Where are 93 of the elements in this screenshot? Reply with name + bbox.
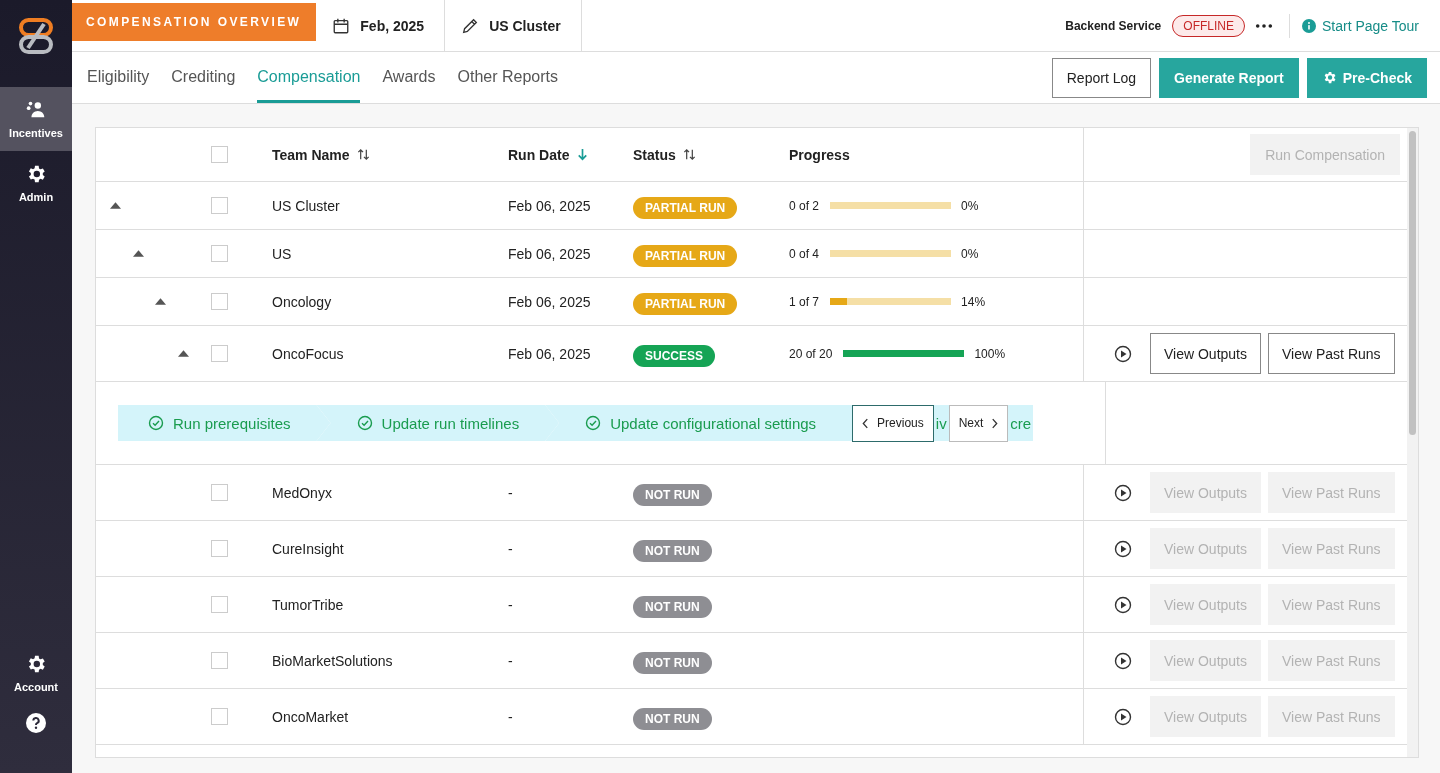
sort-icon[interactable] (681, 147, 697, 162)
calendar-icon (332, 16, 351, 35)
collapse-arrow-icon[interactable] (132, 250, 144, 257)
chevron-left-icon (862, 417, 870, 429)
row-action-button[interactable]: View Outputs (1150, 333, 1261, 374)
team-name: OncoMarket (272, 708, 349, 725)
row-action-button[interactable]: View Past Runs (1268, 333, 1395, 374)
select-all-checkbox[interactable] (211, 146, 228, 163)
progress-percent: 0% (961, 246, 979, 261)
status-badge: PARTIAL RUN (633, 293, 738, 315)
step-label: Run prerequisites (173, 414, 291, 432)
play-icon[interactable] (1113, 706, 1133, 727)
progress-count: 20 of 20 (789, 346, 833, 361)
row-checkbox[interactable] (211, 596, 228, 613)
sidebar-item[interactable]: Admin (0, 151, 72, 215)
status-badge: NOT RUN (633, 652, 712, 674)
scrollbar-thumb[interactable] (1409, 131, 1416, 435)
collapse-arrow-icon[interactable] (177, 350, 189, 357)
tab[interactable]: Crediting (171, 52, 236, 103)
progress-count: 0 of 4 (789, 246, 820, 261)
run-date: Feb 06, 2025 (508, 345, 591, 362)
sidebar-item[interactable]: Incentives (0, 87, 72, 151)
status-badge: PARTIAL RUN (633, 197, 738, 219)
step-label: Update configurational settings (610, 414, 817, 432)
run-date: - (508, 652, 513, 669)
tab[interactable]: Other Reports (457, 52, 558, 103)
sort-icon[interactable] (355, 147, 371, 162)
team-name: US (272, 245, 292, 262)
row-checkbox[interactable] (211, 652, 228, 669)
team-name: TumorTribe (272, 596, 344, 613)
run-date: Feb 06, 2025 (508, 197, 591, 214)
play-icon[interactable] (1113, 650, 1133, 671)
chevron-right-icon (991, 417, 999, 429)
progress-percent: 14% (961, 294, 986, 309)
previous-button[interactable]: Previous (852, 404, 934, 442)
team-name: OncoFocus (272, 345, 344, 362)
tab[interactable]: Eligibility (87, 52, 150, 103)
progress-percent: 0% (961, 198, 979, 213)
date-picker[interactable]: Feb, 2025 (316, 0, 446, 51)
row-checkbox[interactable] (211, 293, 228, 310)
team-name: Oncology (272, 293, 332, 310)
more-icon[interactable] (1254, 22, 1273, 29)
run-date: Feb 06, 2025 (508, 245, 591, 262)
team-name: MedOnyx (272, 484, 332, 501)
status-badge: NOT RUN (633, 540, 712, 562)
progress-count: 1 of 7 (789, 294, 820, 309)
collapse-arrow-icon[interactable] (155, 298, 166, 305)
status-badge: SUCCESS (633, 345, 715, 367)
progress-percent: 100% (974, 346, 1006, 361)
column-header[interactable]: Run Date (508, 146, 570, 163)
pencil-icon (461, 16, 480, 35)
service-label: Backend Service (1065, 18, 1162, 33)
team-name: BioMarketSolutions (272, 652, 393, 669)
service-status-badge: OFFLINE (1172, 14, 1245, 37)
page-title: COMPENSATION OVERVIEW (72, 2, 317, 41)
step-label: cre (1008, 405, 1034, 441)
play-icon[interactable] (1113, 482, 1133, 503)
run-date: - (508, 708, 513, 725)
column-header[interactable]: Team Name (272, 146, 350, 163)
row-checkbox[interactable] (211, 245, 228, 262)
step-label: Update run timelines (381, 414, 520, 432)
row-checkbox[interactable] (211, 345, 228, 362)
row-checkbox[interactable] (211, 484, 228, 501)
status-badge: NOT RUN (633, 708, 712, 730)
run-date: - (508, 540, 513, 557)
row-checkbox[interactable] (211, 197, 228, 214)
help-icon[interactable] (26, 713, 46, 733)
scrollbar[interactable] (1407, 128, 1418, 757)
report-log-button[interactable]: Report Log (1051, 57, 1152, 98)
sidebar-item[interactable]: Account (0, 653, 72, 693)
next-button[interactable]: Next (948, 404, 1009, 442)
status-badge: NOT RUN (633, 484, 712, 506)
run-date: - (508, 596, 513, 613)
column-header[interactable]: Status (633, 146, 676, 163)
start-tour-link[interactable]: Start Page Tour (1301, 17, 1419, 34)
play-icon[interactable] (1113, 538, 1133, 559)
run-date: - (508, 484, 513, 501)
collapse-arrow-icon[interactable] (110, 202, 121, 209)
run-date: Feb 06, 2025 (508, 293, 591, 310)
play-icon[interactable] (1113, 594, 1133, 615)
row-checkbox[interactable] (211, 708, 228, 725)
tab[interactable]: Awards (382, 52, 436, 103)
info-icon (1301, 18, 1316, 33)
cluster-selector[interactable]: US Cluster (445, 0, 582, 51)
play-icon[interactable] (1113, 343, 1133, 364)
status-badge: NOT RUN (633, 596, 712, 618)
column-header[interactable]: Progress (789, 146, 850, 163)
status-badge: PARTIAL RUN (633, 245, 738, 267)
logo-icon (16, 16, 56, 56)
team-name: CureInsight (272, 540, 344, 557)
team-name: US Cluster (272, 197, 340, 214)
progress-count: 0 of 2 (789, 198, 820, 213)
row-checkbox[interactable] (211, 540, 228, 557)
